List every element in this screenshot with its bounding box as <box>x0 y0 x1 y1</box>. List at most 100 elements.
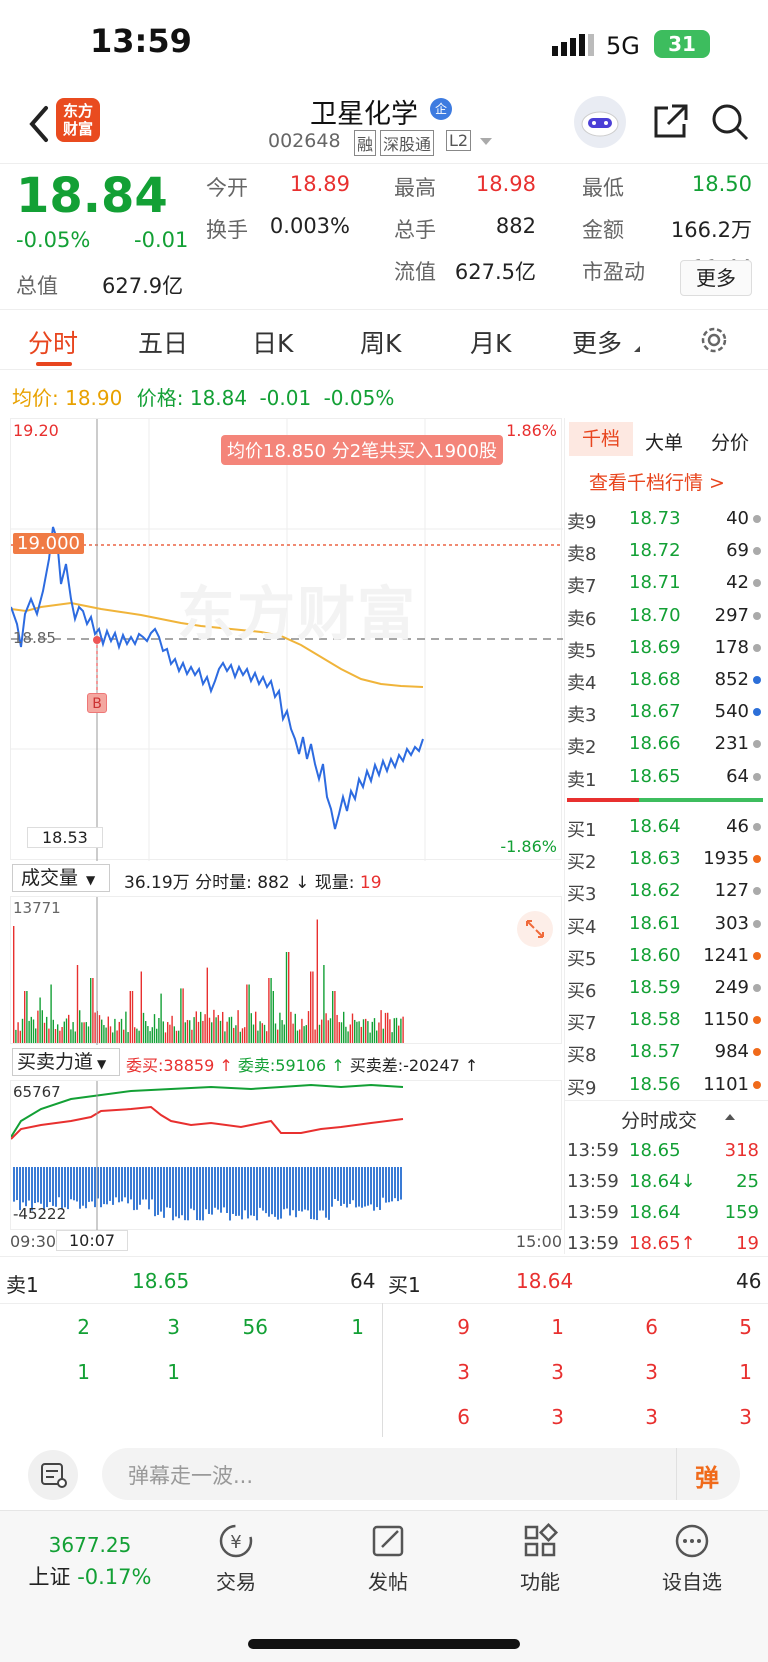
tick-time: 13:59 <box>567 1202 619 1223</box>
volume-bar <box>24 991 26 1043</box>
bids-volume: 303 <box>714 912 749 934</box>
volume-bar <box>263 1024 266 1043</box>
volume-bar <box>112 1032 114 1043</box>
tick-time: 13:59 <box>567 1171 619 1192</box>
bids-row[interactable]: 买6 18.59 249 <box>567 973 763 1003</box>
buy-marker[interactable]: B <box>87 693 107 713</box>
power-bar <box>364 1167 366 1207</box>
power-bar <box>202 1167 204 1221</box>
power-bar <box>334 1167 336 1199</box>
volume-bar <box>395 1017 398 1043</box>
power-bar <box>289 1167 291 1216</box>
tab-intraday[interactable]: 分时 <box>28 324 78 360</box>
power-sell: 委卖:59106 <box>237 1056 327 1075</box>
tab-level-book[interactable]: 千档 <box>569 422 633 456</box>
tab-big-order[interactable]: 大单 <box>645 428 683 455</box>
asks-dot <box>753 643 761 652</box>
danmu-settings-icon[interactable] <box>28 1450 78 1500</box>
bids-row[interactable]: 买4 18.61 303 <box>567 909 763 939</box>
tab-month-k[interactable]: 月K <box>470 324 511 360</box>
danmu-toggle-button[interactable]: 弹 <box>676 1448 740 1500</box>
power-bar <box>25 1167 27 1207</box>
collapse-icon[interactable] <box>725 1114 735 1120</box>
volume-bar <box>129 991 131 1043</box>
volume-total: 36.19万 <box>124 873 190 893</box>
power-bar <box>367 1167 369 1206</box>
bids-row[interactable]: 买5 18.60 1241 <box>567 941 763 971</box>
danmu-input[interactable]: 弹幕走一波... 弹 <box>102 1448 740 1500</box>
volume-selector[interactable]: 成交量 ▼ <box>12 864 110 892</box>
queue-sell-price: 18.65 <box>132 1269 190 1293</box>
nav-post[interactable]: 发帖 <box>328 1521 448 1595</box>
intraday-chart[interactable]: 19.20 1.86% 19.000 18.85 B 均价18.850 分2笔共… <box>10 418 563 861</box>
bids-row[interactable]: 买8 18.57 984 <box>567 1037 763 1067</box>
asks-row[interactable]: 卖3 18.67 540 <box>567 697 763 727</box>
more-button[interactable]: 更多 <box>680 260 752 296</box>
tab-week-k[interactable]: 周K <box>360 324 401 360</box>
bids-row[interactable]: 买7 18.58 1150 <box>567 1005 763 1035</box>
label-total-cap: 总值 <box>16 274 58 298</box>
search-icon[interactable] <box>710 102 750 142</box>
power-bar <box>187 1167 189 1221</box>
asks-level: 卖9 <box>567 512 597 533</box>
badge-connect: 深股通 <box>380 130 435 156</box>
queue-buy-cell: 3 <box>645 1360 658 1384</box>
asks-row[interactable]: 卖1 18.65 64 <box>567 762 763 792</box>
asks-dot <box>753 515 761 523</box>
bid-ask-bar-green <box>639 798 763 802</box>
tab-day-k[interactable]: 日K <box>252 324 293 360</box>
power-bar <box>319 1167 321 1211</box>
asks-price: 18.70 <box>629 604 681 626</box>
robot-assistant-icon[interactable] <box>574 96 626 148</box>
volume-bar <box>189 1020 191 1043</box>
nav-trade[interactable]: ¥ 交易 <box>176 1521 296 1595</box>
nav-watchlist[interactable]: 设自选 <box>632 1521 752 1595</box>
asks-row[interactable]: 卖4 18.68 852 <box>567 665 763 695</box>
asks-volume: 40 <box>726 508 749 529</box>
back-icon[interactable] <box>24 102 54 146</box>
volume-bar <box>380 1010 382 1043</box>
volume-bar <box>384 1012 387 1043</box>
queue-sell-cell: 2 <box>77 1315 90 1339</box>
power-bar <box>373 1167 375 1211</box>
tab-more[interactable]: 更多 <box>572 324 622 360</box>
asks-row[interactable]: 卖2 18.66 231 <box>567 729 763 759</box>
bids-price: 18.64 <box>629 816 681 837</box>
expand-icon[interactable] <box>517 911 553 947</box>
asks-row[interactable]: 卖5 18.69 178 <box>567 633 763 663</box>
power-selector[interactable]: 买卖力道 ▼ <box>12 1048 120 1076</box>
asks-row[interactable]: 卖7 18.71 42 <box>567 568 763 598</box>
volume-bar <box>140 971 142 1043</box>
bids-row[interactable]: 买3 18.62 127 <box>567 876 763 906</box>
index-ticker[interactable]: 3677.25 上证 -0.17% <box>20 1533 160 1591</box>
asks-row[interactable]: 卖8 18.72 69 <box>567 536 763 566</box>
asks-level: 卖3 <box>567 705 597 727</box>
volume-bar <box>162 1021 164 1043</box>
queue-sell-cell: 56 <box>242 1315 268 1339</box>
volume-bar <box>204 1014 206 1043</box>
field-value: 627.5亿 <box>454 260 536 284</box>
asks-price: 18.71 <box>629 572 681 594</box>
nav-functions[interactable]: 功能 <box>480 1521 600 1595</box>
share-icon[interactable] <box>650 102 690 142</box>
volume-bar <box>235 1025 237 1043</box>
power-bar <box>355 1167 357 1208</box>
volume-bar <box>57 1024 59 1043</box>
power-bar <box>184 1167 186 1221</box>
bids-row[interactable]: 买2 18.63 1935 <box>567 844 763 874</box>
tab-price-dist[interactable]: 分价 <box>711 428 749 455</box>
tab-five-day[interactable]: 五日 <box>138 324 188 360</box>
power-bar <box>244 1167 246 1211</box>
bids-row[interactable]: 买9 18.56 1101 <box>567 1070 763 1100</box>
bids-row[interactable]: 买1 18.64 46 <box>567 812 763 842</box>
volume-bar <box>224 1031 226 1043</box>
asks-row[interactable]: 卖9 18.73 40 <box>567 504 763 534</box>
field-value: 166.2万 <box>670 218 752 242</box>
orderbook-link[interactable]: 查看千档行情 > <box>589 468 725 495</box>
volume-bar <box>367 1021 369 1043</box>
gear-icon[interactable] <box>698 324 730 356</box>
power-bar <box>76 1167 78 1202</box>
chevron-down-icon[interactable] <box>480 138 492 145</box>
asks-row[interactable]: 卖6 18.70 297 <box>567 601 763 631</box>
queue-sell-cell: 1 <box>77 1360 90 1384</box>
